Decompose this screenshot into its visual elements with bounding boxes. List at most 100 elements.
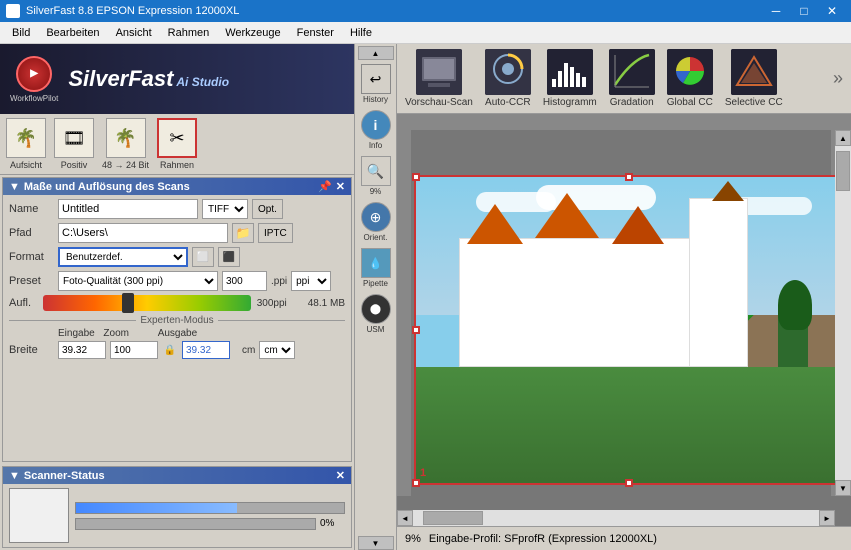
handle-tm[interactable]	[625, 173, 633, 181]
breite-eingabe-input[interactable]	[58, 341, 106, 359]
toolbar-gcc[interactable]: Global CC	[667, 49, 713, 108]
expert-values-row: Breite 🔒 cm cm	[9, 341, 345, 359]
zoom-input[interactable]	[110, 341, 158, 359]
history-icon: ↩	[361, 64, 391, 94]
tool-rahmen[interactable]: ✂ Rahmen	[157, 118, 197, 170]
info-icon: i	[361, 110, 391, 140]
format-icon-btn1[interactable]: ⬜	[192, 247, 214, 267]
sidebar-tool-info[interactable]: i Info	[358, 108, 394, 152]
minimize-button[interactable]: ─	[763, 0, 789, 22]
status-profile: Eingabe-Profil: SFprofR (Expression 1200…	[429, 533, 657, 545]
zoom-col-label: Zoom	[99, 328, 134, 339]
preset-label: Preset	[9, 275, 54, 287]
info-label: Info	[369, 141, 382, 150]
sf-sub: Ai Studio	[173, 75, 229, 89]
unit-label: cm	[242, 345, 255, 356]
scroll-thumb[interactable]	[836, 151, 850, 191]
ppi-unit-select[interactable]: ppi	[291, 271, 331, 291]
scanner-progress-bars: 0%	[75, 502, 345, 530]
toolbar-autocr[interactable]: Auto-CCR	[485, 49, 531, 108]
path-row: Pfad 📁 IPTC	[9, 223, 345, 243]
top-toolbar: Vorschau-Scan Auto-CCR	[397, 44, 851, 114]
resolution-slider[interactable]	[43, 295, 251, 311]
ppi-input[interactable]	[222, 271, 267, 291]
usm-icon: ⬤	[361, 294, 391, 324]
scanner-preview-box	[9, 488, 69, 543]
resolution-slider-thumb[interactable]	[122, 293, 134, 313]
scan-number: 1	[420, 467, 426, 479]
tool-48bit[interactable]: 🌴 48 → 24 Bit	[102, 118, 149, 170]
expert-divider: Experten-Modus	[9, 315, 345, 326]
format-label: Format	[9, 251, 54, 263]
vorschau-label: Vorschau-Scan	[405, 97, 473, 108]
path-input[interactable]	[58, 223, 228, 243]
h-scroll-thumb[interactable]	[423, 511, 483, 525]
vertical-scrollbar[interactable]: ▲ ▼	[835, 130, 851, 496]
window-controls: ─ □ ✕	[763, 0, 845, 22]
horizontal-scrollbar[interactable]: ◄ ►	[397, 510, 835, 526]
tool-aufsicht[interactable]: 🌴 Aufsicht	[6, 118, 46, 170]
tool-icons-row: 🌴 Aufsicht 🎞 Positiv 🌴 48 → 24 Bit ✂ Rah…	[0, 114, 354, 175]
sidebar-scroll-down[interactable]: ▼	[358, 536, 394, 550]
iptc-button[interactable]: IPTC	[258, 223, 293, 243]
format-select[interactable]: Benutzerdef.	[58, 247, 188, 267]
sidebar-tool-usm[interactable]: ⬤ USM	[358, 292, 394, 336]
toolbar-scc[interactable]: Selective CC	[725, 49, 783, 108]
handle-bl[interactable]	[412, 479, 420, 487]
scroll-right-btn[interactable]: ►	[819, 510, 835, 526]
toolbar-expand[interactable]: »	[833, 68, 843, 89]
zoom-pct-label: 9%	[370, 187, 382, 196]
sidebar-tool-history[interactable]: ↩ History	[358, 62, 394, 106]
sidebar-scroll-up[interactable]: ▲	[358, 46, 394, 60]
lock-icon[interactable]: 🔒	[162, 342, 178, 358]
name-input[interactable]	[58, 199, 198, 219]
toolbar-grad[interactable]: Gradation	[609, 49, 655, 108]
scroll-up-btn[interactable]: ▲	[835, 130, 851, 146]
tool-positiv[interactable]: 🎞 Positiv	[54, 118, 94, 170]
unit-select[interactable]: cm	[259, 341, 295, 359]
workflow-pilot[interactable]: ▶ WorkflowPilot	[10, 56, 58, 103]
scan-area: Vorschau-Scan Auto-CCR	[397, 44, 851, 550]
menu-bild[interactable]: Bild	[4, 25, 38, 41]
panel-close-btn[interactable]: ✕	[336, 180, 345, 193]
sidebar-tool-pipette[interactable]: 💧 Pipette	[358, 246, 394, 290]
scroll-down-btn[interactable]: ▼	[835, 480, 851, 496]
handle-bm[interactable]	[625, 479, 633, 487]
scroll-left-btn[interactable]: ◄	[397, 510, 413, 526]
scanner-panel-close[interactable]: ✕	[336, 469, 345, 482]
ppi-label: .ppi	[271, 276, 287, 287]
menu-fenster[interactable]: Fenster	[289, 25, 342, 41]
close-button[interactable]: ✕	[819, 0, 845, 22]
menu-ansicht[interactable]: Ansicht	[108, 25, 160, 41]
preset-select[interactable]: Foto-Qualität (300 ppi)	[58, 271, 218, 291]
menu-werkzeuge[interactable]: Werkzeuge	[217, 25, 288, 41]
resolution-value: 300ppi	[257, 298, 302, 309]
toolbar-vorschau[interactable]: Vorschau-Scan	[405, 49, 473, 108]
menu-hilfe[interactable]: Hilfe	[342, 25, 380, 41]
menu-rahmen[interactable]: Rahmen	[160, 25, 218, 41]
sidebar-tool-zoom[interactable]: 🔍 9%	[358, 154, 394, 198]
right-sidebar: ▲ ↩ History i Info 🔍 9% ⊕ Orient. 💧 Pipe…	[355, 44, 397, 550]
sidebar-tool-orient[interactable]: ⊕ Orient.	[358, 200, 394, 244]
zoom-icon: 🔍	[361, 156, 391, 186]
scan-panel-header: ▼ Maße und Auflösung des Scans 📌 ✕	[3, 178, 351, 195]
history-label: History	[363, 95, 388, 104]
format-icon-btn2[interactable]: ⬛	[218, 247, 240, 267]
handle-ml[interactable]	[412, 326, 420, 334]
handle-tl[interactable]	[412, 173, 420, 181]
panel-collapse-icon[interactable]: ▼	[9, 181, 20, 193]
format-type-select[interactable]: TIFF	[202, 199, 248, 219]
opt-button[interactable]: Opt.	[252, 199, 283, 219]
preset-row: Preset Foto-Qualität (300 ppi) .ppi ppi	[9, 271, 345, 291]
toolbar-hist[interactable]: Histogramm	[543, 49, 597, 108]
scanner-panel-collapse[interactable]: ▼	[9, 470, 20, 482]
panel-pin-btn[interactable]: 📌	[318, 180, 332, 193]
breite-ausgabe-input[interactable]	[182, 341, 230, 359]
folder-button[interactable]: 📁	[232, 223, 254, 243]
menu-bearbeiten[interactable]: Bearbeiten	[38, 25, 107, 41]
app-title: SilverFast 8.8 EPSON Expression 12000XL	[26, 5, 239, 17]
positiv-label: Positiv	[61, 160, 88, 170]
maximize-button[interactable]: □	[791, 0, 817, 22]
aufl-label: Aufl.	[9, 297, 37, 309]
scanner-bar-row-2: 0%	[75, 518, 345, 530]
